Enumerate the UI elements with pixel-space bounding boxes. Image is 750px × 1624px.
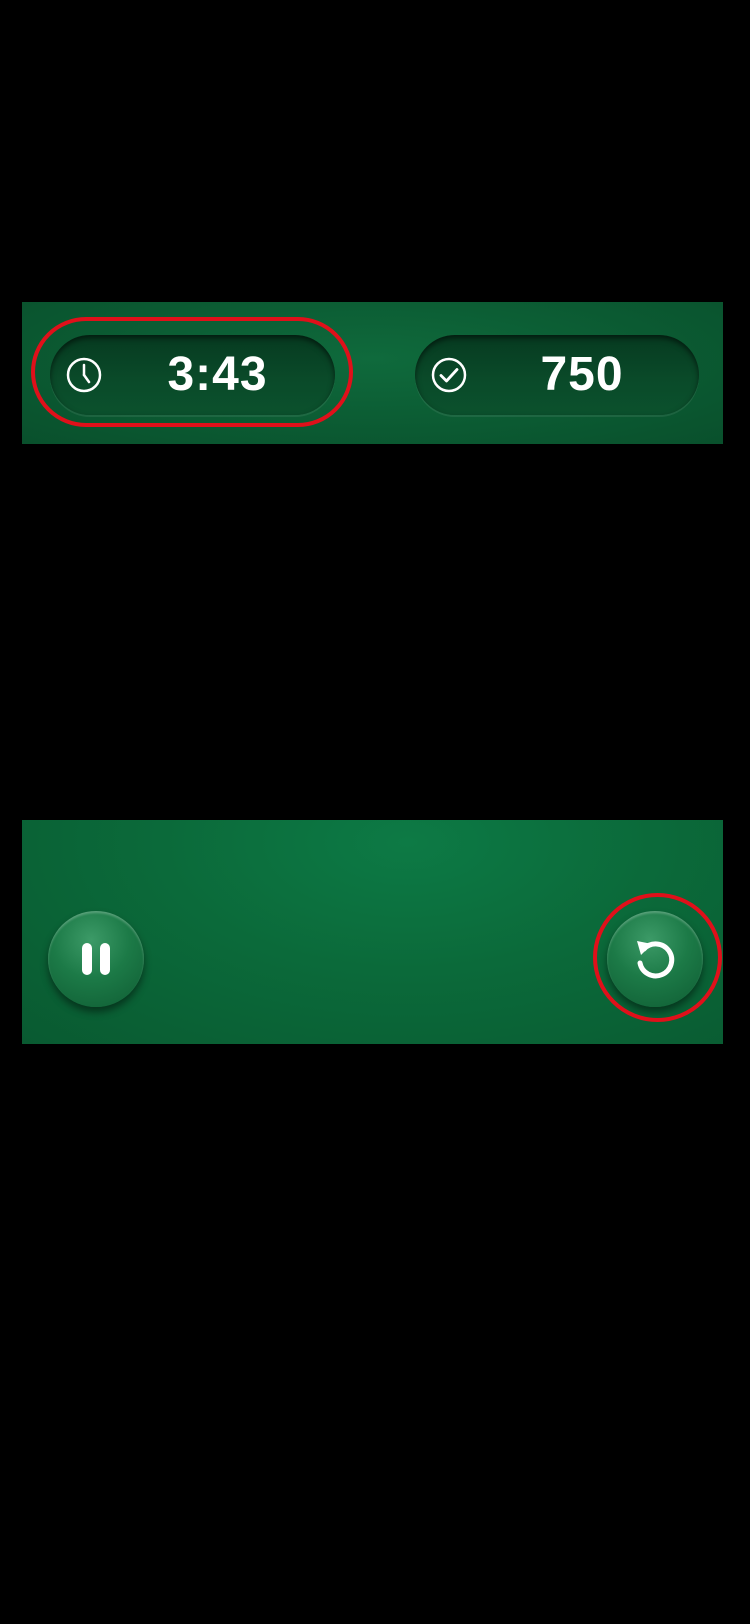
pause-button[interactable]: [48, 911, 144, 1007]
controls-bar: [22, 820, 723, 1044]
clock-icon: [65, 356, 103, 394]
timer-value: 3:43: [167, 348, 268, 401]
undo-icon: [631, 935, 679, 983]
timer-display: 3:43: [50, 335, 335, 415]
score-value: 750: [540, 348, 624, 401]
undo-button[interactable]: [607, 911, 703, 1007]
check-circle-icon: [430, 356, 468, 394]
score-display: 750: [415, 335, 699, 415]
pause-icon: [72, 935, 120, 983]
stats-bar: 3:43 750: [22, 302, 723, 444]
